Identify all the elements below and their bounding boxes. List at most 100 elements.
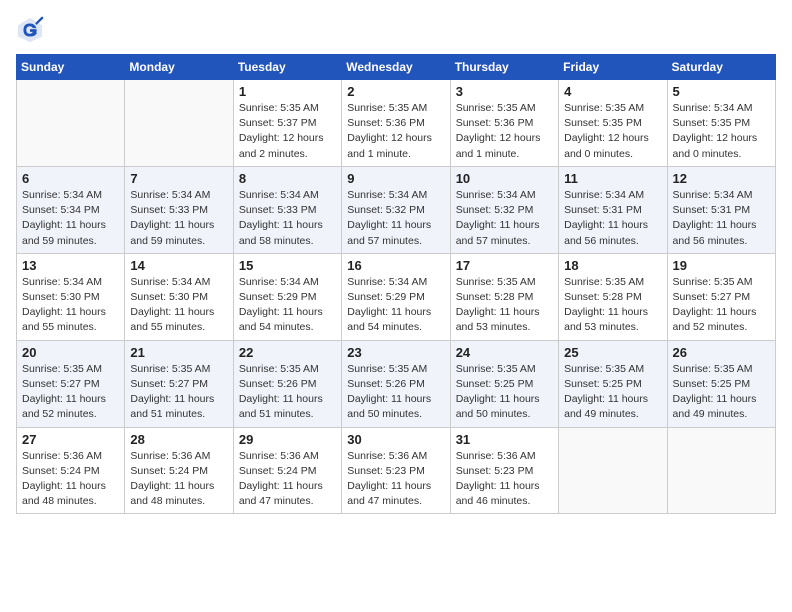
day-number: 1 [239, 84, 336, 99]
day-info: Sunrise: 5:34 AM Sunset: 5:32 PM Dayligh… [456, 188, 553, 249]
day-info: Sunrise: 5:34 AM Sunset: 5:32 PM Dayligh… [347, 188, 444, 249]
day-info: Sunrise: 5:34 AM Sunset: 5:31 PM Dayligh… [673, 188, 770, 249]
calendar-cell: 27 Sunrise: 5:36 AM Sunset: 5:24 PM Dayli… [17, 427, 125, 514]
day-number: 15 [239, 258, 336, 273]
weekday-header: Tuesday [233, 55, 341, 80]
calendar-cell [17, 80, 125, 167]
day-info: Sunrise: 5:35 AM Sunset: 5:28 PM Dayligh… [456, 275, 553, 336]
calendar-week-row: 6 Sunrise: 5:34 AM Sunset: 5:34 PM Daylig… [17, 166, 776, 253]
day-info: Sunrise: 5:35 AM Sunset: 5:37 PM Dayligh… [239, 101, 336, 162]
day-number: 20 [22, 345, 119, 360]
calendar-cell [667, 427, 775, 514]
day-info: Sunrise: 5:36 AM Sunset: 5:24 PM Dayligh… [130, 449, 227, 510]
day-number: 11 [564, 171, 661, 186]
day-number: 31 [456, 432, 553, 447]
day-info: Sunrise: 5:34 AM Sunset: 5:31 PM Dayligh… [564, 188, 661, 249]
day-number: 10 [456, 171, 553, 186]
calendar-week-row: 1 Sunrise: 5:35 AM Sunset: 5:37 PM Daylig… [17, 80, 776, 167]
calendar-cell: 24 Sunrise: 5:35 AM Sunset: 5:25 PM Dayli… [450, 340, 558, 427]
day-info: Sunrise: 5:34 AM Sunset: 5:34 PM Dayligh… [22, 188, 119, 249]
calendar-cell: 16 Sunrise: 5:34 AM Sunset: 5:29 PM Dayli… [342, 253, 450, 340]
calendar-cell: 11 Sunrise: 5:34 AM Sunset: 5:31 PM Dayli… [559, 166, 667, 253]
calendar-cell: 14 Sunrise: 5:34 AM Sunset: 5:30 PM Dayli… [125, 253, 233, 340]
day-info: Sunrise: 5:35 AM Sunset: 5:27 PM Dayligh… [673, 275, 770, 336]
calendar-cell [559, 427, 667, 514]
day-number: 24 [456, 345, 553, 360]
weekday-header: Wednesday [342, 55, 450, 80]
day-info: Sunrise: 5:35 AM Sunset: 5:28 PM Dayligh… [564, 275, 661, 336]
calendar-cell: 22Sunrise: 5:35 AM Sunset: 5:26 PM Dayli… [233, 340, 341, 427]
calendar-cell: 4Sunrise: 5:35 AM Sunset: 5:35 PM Daylig… [559, 80, 667, 167]
weekday-header: Saturday [667, 55, 775, 80]
weekday-header: Monday [125, 55, 233, 80]
calendar-cell: 2 Sunrise: 5:35 AM Sunset: 5:36 PM Daylig… [342, 80, 450, 167]
day-number: 21 [130, 345, 227, 360]
day-info: Sunrise: 5:35 AM Sunset: 5:35 PM Dayligh… [564, 101, 661, 162]
calendar-cell [125, 80, 233, 167]
calendar-cell: 6 Sunrise: 5:34 AM Sunset: 5:34 PM Daylig… [17, 166, 125, 253]
day-number: 23 [347, 345, 444, 360]
calendar-week-row: 20 Sunrise: 5:35 AM Sunset: 5:27 PM Dayli… [17, 340, 776, 427]
day-info: Sunrise: 5:35 AM Sunset: 5:25 PM Dayligh… [673, 362, 770, 423]
day-number: 18 [564, 258, 661, 273]
calendar-cell: 5Sunrise: 5:34 AM Sunset: 5:35 PM Daylig… [667, 80, 775, 167]
day-number: 25 [564, 345, 661, 360]
day-number: 27 [22, 432, 119, 447]
calendar-cell: 8 Sunrise: 5:34 AM Sunset: 5:33 PM Daylig… [233, 166, 341, 253]
logo-icon [16, 16, 44, 44]
weekday-header: Thursday [450, 55, 558, 80]
calendar-cell: 21 Sunrise: 5:35 AM Sunset: 5:27 PM Dayli… [125, 340, 233, 427]
day-number: 17 [456, 258, 553, 273]
calendar-cell: 3 Sunrise: 5:35 AM Sunset: 5:36 PM Daylig… [450, 80, 558, 167]
calendar-cell: 23 Sunrise: 5:35 AM Sunset: 5:26 PM Dayli… [342, 340, 450, 427]
day-info: Sunrise: 5:34 AM Sunset: 5:33 PM Dayligh… [130, 188, 227, 249]
day-info: Sunrise: 5:34 AM Sunset: 5:29 PM Dayligh… [347, 275, 444, 336]
day-info: Sunrise: 5:34 AM Sunset: 5:29 PM Dayligh… [239, 275, 336, 336]
calendar-cell: 1 Sunrise: 5:35 AM Sunset: 5:37 PM Daylig… [233, 80, 341, 167]
calendar-cell: 19 Sunrise: 5:35 AM Sunset: 5:27 PM Dayli… [667, 253, 775, 340]
calendar-cell: 26 Sunrise: 5:35 AM Sunset: 5:25 PM Dayli… [667, 340, 775, 427]
day-number: 2 [347, 84, 444, 99]
calendar-table: SundayMondayTuesdayWednesdayThursdayFrid… [16, 54, 776, 514]
day-number: 30 [347, 432, 444, 447]
calendar-cell: 20 Sunrise: 5:35 AM Sunset: 5:27 PM Dayli… [17, 340, 125, 427]
calendar-cell: 9 Sunrise: 5:34 AM Sunset: 5:32 PM Daylig… [342, 166, 450, 253]
page-header [16, 16, 776, 44]
day-info: Sunrise: 5:35 AM Sunset: 5:25 PM Dayligh… [564, 362, 661, 423]
calendar-cell: 18 Sunrise: 5:35 AM Sunset: 5:28 PM Dayli… [559, 253, 667, 340]
logo [16, 16, 48, 44]
day-info: Sunrise: 5:35 AM Sunset: 5:36 PM Dayligh… [456, 101, 553, 162]
calendar-header-row: SundayMondayTuesdayWednesdayThursdayFrid… [17, 55, 776, 80]
day-info: Sunrise: 5:35 AM Sunset: 5:36 PM Dayligh… [347, 101, 444, 162]
day-info: Sunrise: 5:35 AM Sunset: 5:26 PM Dayligh… [347, 362, 444, 423]
day-info: Sunrise: 5:35 AM Sunset: 5:27 PM Dayligh… [22, 362, 119, 423]
day-number: 29 [239, 432, 336, 447]
day-info: Sunrise: 5:34 AM Sunset: 5:35 PM Dayligh… [673, 101, 770, 162]
day-number: 19 [673, 258, 770, 273]
day-info: Sunrise: 5:34 AM Sunset: 5:33 PM Dayligh… [239, 188, 336, 249]
calendar-cell: 13Sunrise: 5:34 AM Sunset: 5:30 PM Dayli… [17, 253, 125, 340]
day-number: 12 [673, 171, 770, 186]
day-number: 13 [22, 258, 119, 273]
calendar-cell: 29 Sunrise: 5:36 AM Sunset: 5:24 PM Dayli… [233, 427, 341, 514]
day-info: Sunrise: 5:36 AM Sunset: 5:24 PM Dayligh… [239, 449, 336, 510]
calendar-cell: 15 Sunrise: 5:34 AM Sunset: 5:29 PM Dayli… [233, 253, 341, 340]
calendar-week-row: 13 Sunrise: 5:34 AM Sunset: 5:30 PM Dayli… [17, 253, 776, 340]
day-number: 6 [22, 171, 119, 186]
day-number: 3 [456, 84, 553, 99]
day-info: Sunrise: 5:35 AM Sunset: 5:25 PM Dayligh… [456, 362, 553, 423]
day-number: 26 [673, 345, 770, 360]
day-number: 14 [130, 258, 227, 273]
day-info: Sunrise: 5:35 AM Sunset: 5:27 PM Dayligh… [130, 362, 227, 423]
day-number: 8 [239, 171, 336, 186]
day-info: Sunrise: 5:36 AM Sunset: 5:23 PM Dayligh… [347, 449, 444, 510]
day-number: 9 [347, 171, 444, 186]
calendar-cell: 25 Sunrise: 5:35 AM Sunset: 5:25 PM Dayli… [559, 340, 667, 427]
weekday-header: Sunday [17, 55, 125, 80]
day-info: Sunrise: 5:36 AM Sunset: 5:24 PM Dayligh… [22, 449, 119, 510]
calendar-cell: 12 Sunrise: 5:34 AM Sunset: 5:31 PM Dayli… [667, 166, 775, 253]
day-info: Sunrise: 5:34 AM Sunset: 5:30 PM Dayligh… [130, 275, 227, 336]
calendar-cell: 30 Sunrise: 5:36 AM Sunset: 5:23 PM Dayli… [342, 427, 450, 514]
day-number: 16 [347, 258, 444, 273]
day-info: Sunrise: 5:35 AM Sunset: 5:26 PM Dayligh… [239, 362, 336, 423]
